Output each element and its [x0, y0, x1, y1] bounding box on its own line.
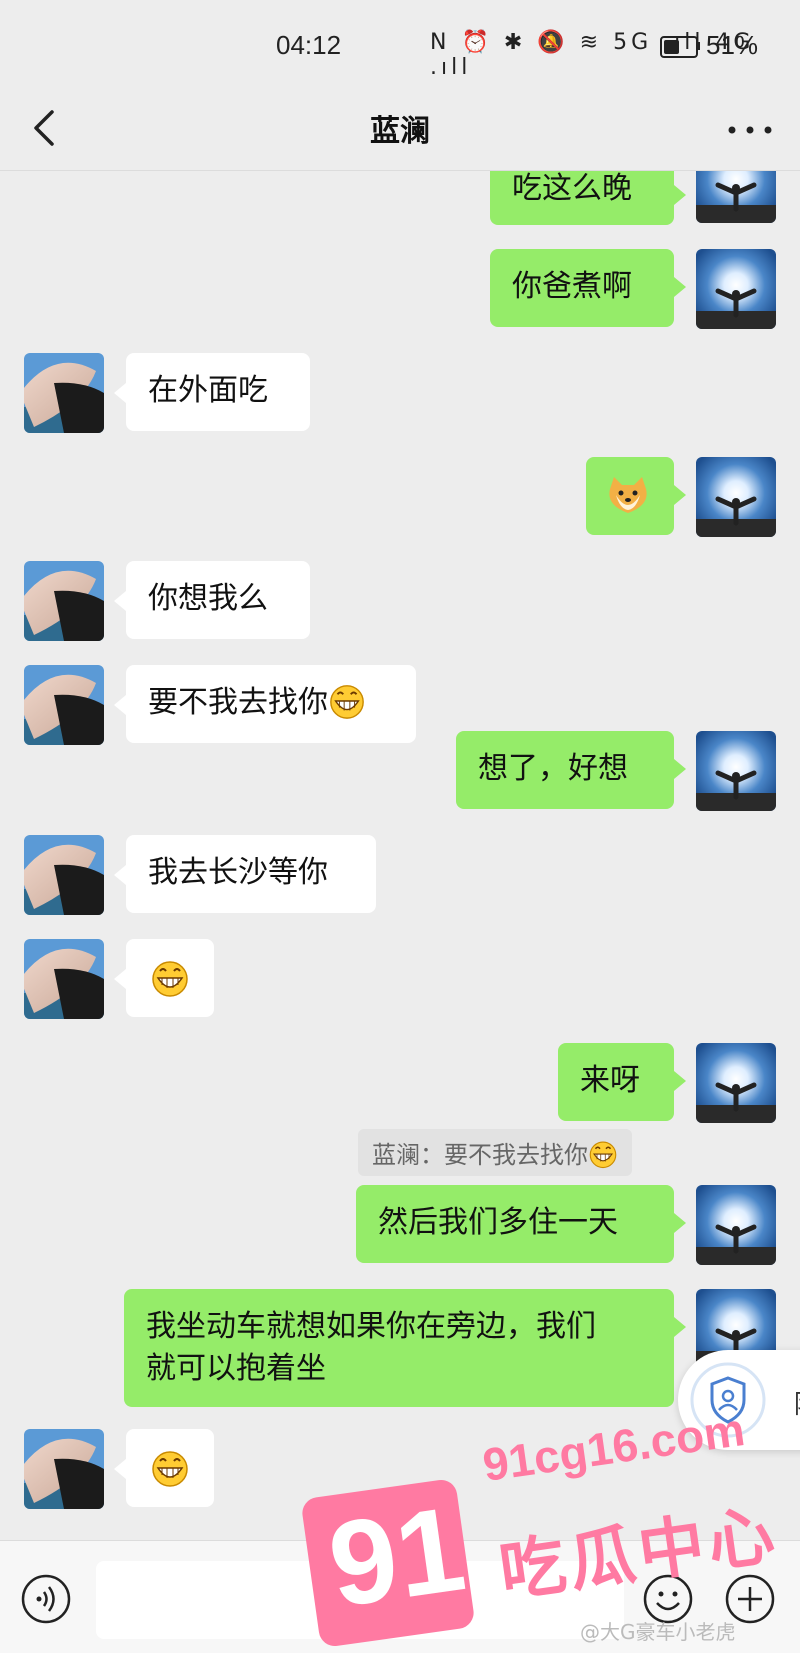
chat-area[interactable]: 吃这么晚 你爸煮啊 在外面吃 你想我么 要不我去找你 想了，好想 我去长沙等你 … — [0, 171, 800, 1540]
sunburst-person-avatar-icon — [696, 731, 776, 811]
bubble-tail — [114, 865, 126, 885]
contact-avatar[interactable] — [24, 835, 104, 915]
battery-percent: 51% — [706, 30, 759, 60]
sun-hat-avatar-icon — [24, 561, 104, 641]
message-bubble-them[interactable]: 你想我么 — [126, 561, 310, 639]
doge-emoji-icon — [609, 477, 647, 513]
message-text: 想了，好想 — [478, 751, 628, 786]
bubble-tail — [674, 1213, 686, 1233]
status-bar: 04:12 N ⏰ ✱ 🔕 ≋ 5G .ıll 4G .ıll 51% — [0, 0, 800, 90]
quoted-text: 蓝澜：要不我去找你 — [372, 1141, 588, 1169]
message-bubble-them[interactable] — [126, 939, 214, 1017]
message-text: 你想我么 — [148, 581, 268, 616]
message-text: 吃这么晚 — [512, 171, 632, 206]
bubble-tail — [674, 485, 686, 505]
weibo-watermark: @大G豪车小老虎 — [580, 1620, 736, 1644]
battery-tip — [697, 42, 700, 50]
my-avatar[interactable] — [696, 457, 776, 537]
bubble-tail — [674, 185, 686, 205]
watermark-number: 91 — [321, 1481, 473, 1633]
status-time: 04:12 — [276, 30, 342, 60]
sunburst-person-avatar-icon — [696, 171, 776, 223]
contact-avatar[interactable] — [24, 665, 104, 745]
message-text: 然后我们多住一天 — [378, 1205, 618, 1240]
grin-emoji-icon — [330, 684, 364, 719]
more-button[interactable] — [720, 104, 780, 152]
contact-avatar[interactable] — [24, 939, 104, 1019]
sunburst-person-avatar-icon — [696, 249, 776, 329]
quoted-reply[interactable]: 蓝澜：要不我去找你 — [358, 1129, 632, 1176]
message-text: 你爸煮啊 — [512, 269, 632, 304]
my-avatar[interactable] — [696, 731, 776, 811]
message-bubble-me[interactable]: 我坐动车就想如果你在旁边，我们 就可以抱着坐 — [124, 1289, 674, 1407]
sunburst-person-avatar-icon — [696, 457, 776, 537]
message-bubble-them[interactable]: 要不我去找你 — [126, 665, 416, 743]
my-avatar[interactable] — [696, 249, 776, 329]
contact-avatar[interactable] — [24, 353, 104, 433]
message-bubble-me[interactable] — [586, 457, 674, 535]
message-text: 在外面吃 — [148, 373, 268, 408]
more-dots-icon — [728, 126, 772, 134]
contact-avatar[interactable] — [24, 1429, 104, 1509]
grin-emoji-icon — [152, 961, 188, 997]
battery-fill — [664, 40, 679, 54]
voice-icon — [21, 1574, 71, 1624]
sun-hat-avatar-icon — [24, 1429, 104, 1509]
message-text: 来呀 — [580, 1063, 640, 1098]
bubble-tail — [674, 1317, 686, 1337]
message-bubble-them[interactable]: 在外面吃 — [126, 353, 310, 431]
sun-hat-avatar-icon — [24, 353, 104, 433]
message-bubble-me[interactable]: 想了，好想 — [456, 731, 674, 809]
contact-avatar[interactable] — [24, 561, 104, 641]
chat-title: 蓝澜 — [370, 114, 430, 149]
message-bubble-me[interactable]: 来呀 — [558, 1043, 674, 1121]
message-bubble-them[interactable] — [126, 1429, 214, 1507]
message-bubble-me[interactable]: 你爸煮啊 — [490, 249, 674, 327]
my-avatar[interactable] — [696, 1043, 776, 1123]
message-bubble-me[interactable]: 然后我们多住一天 — [356, 1185, 674, 1263]
bubble-tail — [674, 277, 686, 297]
sunburst-person-avatar-icon — [696, 1043, 776, 1123]
voice-button[interactable] — [20, 1573, 72, 1625]
bubble-tail — [114, 1459, 126, 1479]
message-text-line: 我坐动车就想如果你在旁边，我们 — [146, 1309, 596, 1344]
bubble-tail — [114, 591, 126, 611]
bubble-tail — [674, 759, 686, 779]
message-text: 要不我去找你 — [148, 685, 328, 720]
chat-header: 蓝澜 — [0, 90, 800, 171]
my-avatar[interactable] — [696, 171, 776, 223]
message-text: 我去长沙等你 — [148, 855, 328, 890]
bubble-tail — [114, 969, 126, 989]
sun-hat-avatar-icon — [24, 939, 104, 1019]
message-bubble-me[interactable]: 吃这么晚 — [490, 171, 674, 225]
battery-icon — [660, 36, 698, 58]
message-bubble-them[interactable]: 我去长沙等你 — [126, 835, 376, 913]
sunburst-person-avatar-icon — [696, 1185, 776, 1265]
message-text-line: 就可以抱着坐 — [146, 1351, 326, 1386]
bubble-tail — [114, 695, 126, 715]
sun-hat-avatar-icon — [24, 835, 104, 915]
floating-label: 陌 — [794, 1384, 800, 1421]
bubble-tail — [114, 383, 126, 403]
grin-emoji-icon — [589, 1141, 617, 1169]
grin-emoji-icon — [152, 1451, 188, 1487]
sun-hat-avatar-icon — [24, 665, 104, 745]
my-avatar[interactable] — [696, 1185, 776, 1265]
bubble-tail — [674, 1071, 686, 1091]
